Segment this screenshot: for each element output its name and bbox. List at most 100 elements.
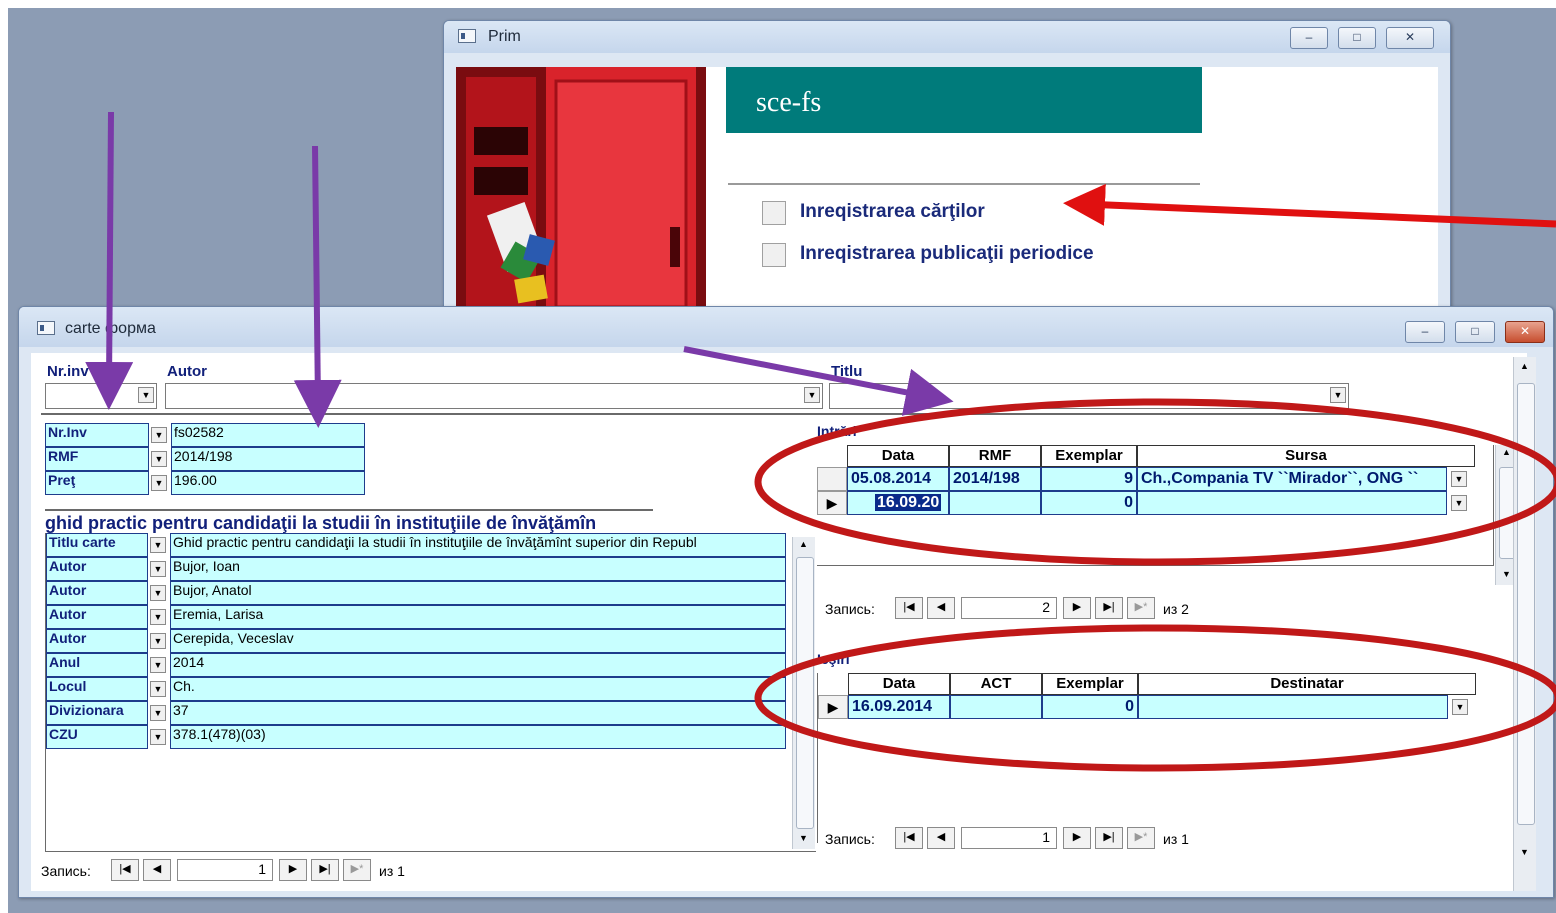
last-record-button[interactable]: ▶| xyxy=(1095,597,1123,619)
column-header[interactable]: Exemplar xyxy=(1041,445,1137,467)
menu-checkbox[interactable] xyxy=(762,201,786,225)
minimize-button[interactable]: – xyxy=(1405,321,1445,343)
menu-item-periodice[interactable]: Inreqistrarea publicaţii periodice xyxy=(762,241,1202,269)
chevron-down-icon[interactable]: ▼ xyxy=(151,427,167,443)
detail-value[interactable]: Bujor, Ioan xyxy=(170,557,786,581)
new-record-button[interactable]: ▶* xyxy=(343,859,371,881)
cell-rmf[interactable] xyxy=(949,491,1041,515)
detail-row: Locul ▼ Ch. xyxy=(46,677,786,701)
info-value[interactable]: 196.00 xyxy=(171,471,365,495)
cell-sursa[interactable] xyxy=(1137,491,1447,515)
chevron-down-icon[interactable]: ▼ xyxy=(151,475,167,491)
column-header[interactable]: Exemplar xyxy=(1042,673,1138,695)
record-number-field[interactable]: 1 xyxy=(961,827,1057,849)
chevron-down-icon[interactable]: ▼ xyxy=(138,387,154,403)
detail-value[interactable]: 2014 xyxy=(170,653,786,677)
new-record-button[interactable]: ▶* xyxy=(1127,597,1155,619)
carte-titlebar[interactable]: carte форма – □ ✕ xyxy=(19,307,1553,347)
scroll-thumb[interactable] xyxy=(796,557,814,829)
scroll-up-icon[interactable]: ▲ xyxy=(1520,361,1529,371)
scroll-down-icon[interactable]: ▼ xyxy=(1502,569,1511,579)
chevron-down-icon[interactable]: ▼ xyxy=(150,705,166,721)
prev-record-button[interactable]: ◀ xyxy=(143,859,171,881)
column-header[interactable]: Data xyxy=(847,445,949,467)
chevron-down-icon[interactable]: ▼ xyxy=(151,451,167,467)
cell-data-selected[interactable]: 16.09.20 xyxy=(875,494,942,511)
table-row[interactable]: 05.08.2014 2014/198 9 Ch.,Compania TV ``… xyxy=(817,467,1477,491)
scroll-up-icon[interactable]: ▲ xyxy=(799,539,808,549)
filter-autor-combo[interactable]: ▼ xyxy=(165,383,823,409)
cell-sursa[interactable]: Ch.,Compania TV ``Mirador``, ONG `` xyxy=(1137,467,1447,491)
scroll-up-icon[interactable]: ▲ xyxy=(1502,447,1511,457)
column-header[interactable]: Destinatar xyxy=(1138,673,1476,695)
cell-exemplar[interactable]: 9 xyxy=(1041,467,1137,491)
filter-nrinv-combo[interactable]: ▼ xyxy=(45,383,157,409)
chevron-down-icon[interactable]: ▼ xyxy=(150,561,166,577)
cell-exemplar[interactable]: 0 xyxy=(1042,695,1138,719)
prev-record-button[interactable]: ◀ xyxy=(927,597,955,619)
row-selector[interactable] xyxy=(817,467,847,491)
minimize-button[interactable]: – xyxy=(1290,27,1328,49)
cell-data[interactable]: 05.08.2014 xyxy=(847,467,949,491)
details-scrollbar[interactable]: ▲ ▼ xyxy=(792,537,815,849)
first-record-button[interactable]: |◀ xyxy=(895,597,923,619)
detail-value[interactable]: Ghid practic pentru candidaţii la studii… xyxy=(170,533,786,557)
column-header[interactable]: Data xyxy=(848,673,950,695)
chevron-down-icon[interactable]: ▼ xyxy=(150,585,166,601)
form-scrollbar[interactable]: ▲ ▼ xyxy=(1513,357,1536,891)
carte-window-title: carte форма xyxy=(65,320,156,337)
cell-data[interactable]: 16.09.20 xyxy=(847,491,949,515)
column-header[interactable]: ACT xyxy=(950,673,1042,695)
maximize-button[interactable]: □ xyxy=(1338,27,1376,49)
filter-titlu-combo[interactable]: ▼ xyxy=(829,383,1349,409)
cell-data[interactable]: 16.09.2014 xyxy=(848,695,950,719)
chevron-down-icon[interactable]: ▼ xyxy=(1451,495,1467,511)
detail-value[interactable]: Cerepida, Veceslav xyxy=(170,629,786,653)
chevron-down-icon[interactable]: ▼ xyxy=(1452,699,1468,715)
close-button[interactable]: ✕ xyxy=(1386,27,1434,49)
chevron-down-icon[interactable]: ▼ xyxy=(150,657,166,673)
detail-value[interactable]: Eremia, Larisa xyxy=(170,605,786,629)
column-header[interactable]: RMF xyxy=(949,445,1041,467)
detail-value[interactable]: 37 xyxy=(170,701,786,725)
chevron-down-icon[interactable]: ▼ xyxy=(150,633,166,649)
scroll-down-icon[interactable]: ▼ xyxy=(799,833,808,843)
close-button[interactable]: ✕ xyxy=(1505,321,1545,343)
next-record-button[interactable]: ▶ xyxy=(1063,597,1091,619)
info-value[interactable]: 2014/198 xyxy=(171,447,365,471)
table-row[interactable]: ▶ 16.09.20 0 ▼ xyxy=(817,491,1477,515)
first-record-button[interactable]: |◀ xyxy=(895,827,923,849)
chevron-down-icon[interactable]: ▼ xyxy=(150,681,166,697)
new-record-button[interactable]: ▶* xyxy=(1127,827,1155,849)
chevron-down-icon[interactable]: ▼ xyxy=(150,537,166,553)
next-record-button[interactable]: ▶ xyxy=(1063,827,1091,849)
maximize-button[interactable]: □ xyxy=(1455,321,1495,343)
prev-record-button[interactable]: ◀ xyxy=(927,827,955,849)
detail-value[interactable]: Ch. xyxy=(170,677,786,701)
menu-checkbox[interactable] xyxy=(762,243,786,267)
cell-exemplar[interactable]: 0 xyxy=(1041,491,1137,515)
cell-act[interactable] xyxy=(950,695,1042,719)
cell-rmf[interactable]: 2014/198 xyxy=(949,467,1041,491)
info-value[interactable]: fs02582 xyxy=(171,423,365,447)
table-row[interactable]: ▶ 16.09.2014 0 ▼ xyxy=(818,695,1478,719)
cell-destinatar[interactable] xyxy=(1138,695,1448,719)
scroll-down-icon[interactable]: ▼ xyxy=(1520,847,1529,857)
chevron-down-icon[interactable]: ▼ xyxy=(150,609,166,625)
last-record-button[interactable]: ▶| xyxy=(311,859,339,881)
prim-titlebar[interactable]: Prim – □ ✕ xyxy=(444,21,1450,53)
chevron-down-icon[interactable]: ▼ xyxy=(1451,471,1467,487)
detail-value[interactable]: Bujor, Anatol xyxy=(170,581,786,605)
chevron-down-icon[interactable]: ▼ xyxy=(150,729,166,745)
scroll-thumb[interactable] xyxy=(1517,383,1535,825)
detail-value[interactable]: 378.1(478)(03) xyxy=(170,725,786,749)
menu-item-carti[interactable]: Inreqistrarea cărţilor xyxy=(762,199,1162,227)
record-number-field[interactable]: 2 xyxy=(961,597,1057,619)
column-header[interactable]: Sursa xyxy=(1137,445,1475,467)
last-record-button[interactable]: ▶| xyxy=(1095,827,1123,849)
chevron-down-icon[interactable]: ▼ xyxy=(1330,387,1346,403)
next-record-button[interactable]: ▶ xyxy=(279,859,307,881)
record-number-field[interactable]: 1 xyxy=(177,859,273,881)
chevron-down-icon[interactable]: ▼ xyxy=(804,387,820,403)
first-record-button[interactable]: |◀ xyxy=(111,859,139,881)
